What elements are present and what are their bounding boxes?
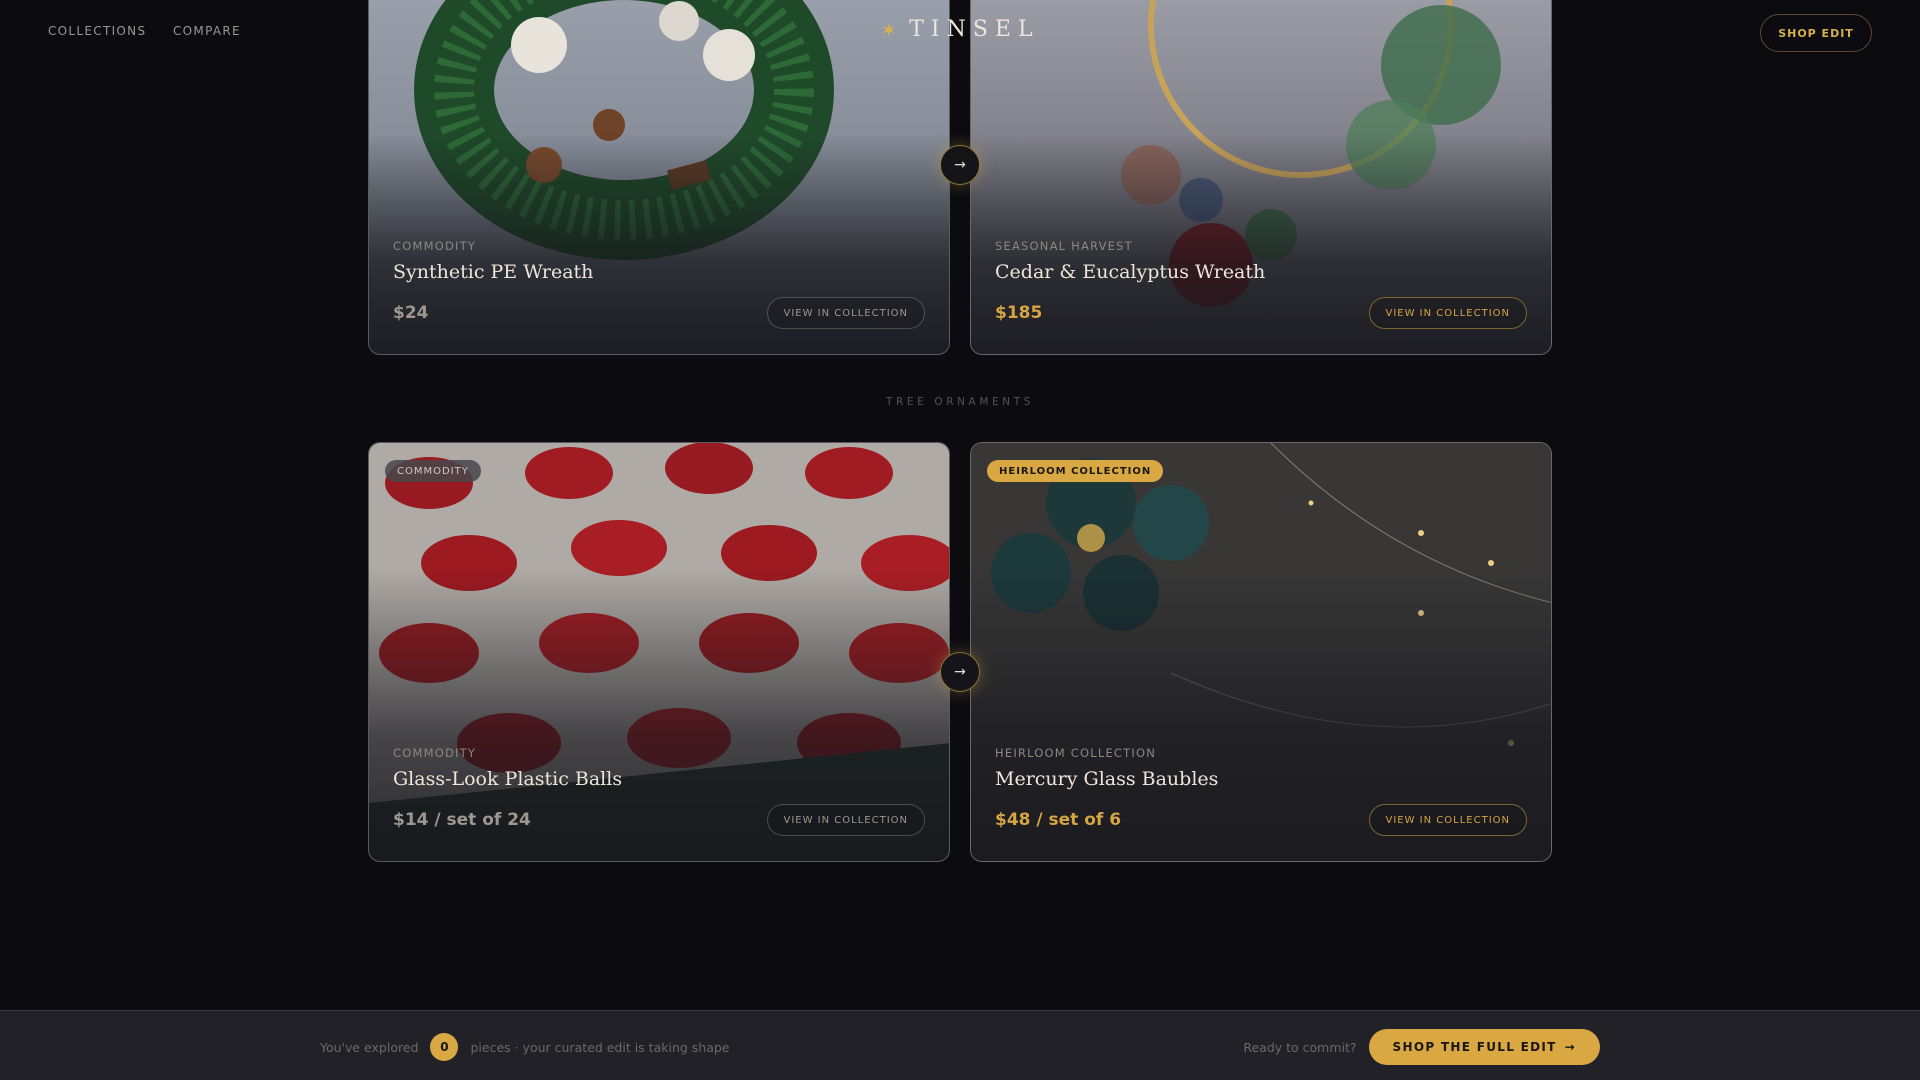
compare-arrow-button[interactable]: → [940, 145, 980, 185]
product-card-plastic-balls[interactable]: COMMODITY COMMODITY Glass-Look Plastic B… [368, 442, 950, 862]
compare-arrow-button[interactable]: → [940, 652, 980, 692]
nav-collections-link[interactable]: COLLECTIONS [48, 24, 146, 38]
progress-bar-footer: You've explored 0 pieces · your curated … [0, 1010, 1920, 1080]
view-in-collection-button[interactable]: VIEW IN COLLECTION [1368, 297, 1527, 329]
commit-group: Ready to commit? SHOP THE FULL EDIT → [1243, 1029, 1600, 1065]
category-badge: HEIRLOOM COLLECTION [987, 460, 1164, 482]
card-price: $14 / set of 24 [393, 810, 531, 830]
card-title: Synthetic PE Wreath [393, 261, 594, 283]
product-card-mercury-baubles[interactable]: HEIRLOOM COLLECTION HEIRLOOM COLLECTION … [970, 442, 1552, 862]
card-info: COMMODITY Glass-Look Plastic Balls $14 /… [393, 746, 925, 836]
card-category: SEASONAL HARVEST [995, 239, 1133, 253]
shop-edit-button[interactable]: SHOP EDIT [1760, 14, 1872, 52]
nav-compare-link[interactable]: COMPARE [173, 24, 241, 38]
explored-suffix: pieces · your curated edit is taking sha… [470, 1039, 730, 1055]
top-navigation: COLLECTIONS COMPARE ✶ TINSEL SHOP EDIT [0, 0, 1920, 64]
view-in-collection-button[interactable]: VIEW IN COLLECTION [766, 297, 925, 329]
explored-prefix: You've explored [320, 1039, 419, 1055]
card-category: COMMODITY [393, 746, 477, 760]
commit-label: Ready to commit? [1243, 1039, 1357, 1055]
card-title: Cedar & Eucalyptus Wreath [995, 261, 1266, 283]
view-in-collection-button[interactable]: VIEW IN COLLECTION [1368, 804, 1527, 836]
brand-name: TINSEL [909, 17, 1040, 42]
arrow-right-icon: → [954, 157, 966, 173]
card-price: $185 [995, 303, 1043, 323]
star-icon: ✶ [880, 17, 898, 42]
card-title: Glass-Look Plastic Balls [393, 768, 623, 790]
card-info: COMMODITY Synthetic PE Wreath $24 VIEW I… [393, 239, 925, 329]
arrow-right-icon: → [1564, 1040, 1576, 1054]
product-card-cedar-wreath[interactable]: SEASONAL HARVEST Cedar & Eucalyptus Wrea… [970, 0, 1552, 355]
brand-logo[interactable]: ✶ TINSEL [880, 17, 1039, 42]
card-category: COMMODITY [393, 239, 477, 253]
card-title: Mercury Glass Baubles [995, 768, 1219, 790]
explored-status: You've explored 0 pieces · your curated … [320, 1033, 730, 1061]
category-badge: COMMODITY [385, 460, 481, 482]
view-in-collection-button[interactable]: VIEW IN COLLECTION [766, 804, 925, 836]
card-category: HEIRLOOM COLLECTION [995, 746, 1157, 760]
card-price: $48 / set of 6 [995, 810, 1122, 830]
card-price: $24 [393, 303, 429, 323]
card-info: HEIRLOOM COLLECTION Mercury Glass Bauble… [995, 746, 1527, 836]
section-label-tree-ornaments: TREE ORNAMENTS [886, 396, 1034, 408]
arrow-right-icon: → [954, 664, 966, 680]
card-info: SEASONAL HARVEST Cedar & Eucalyptus Wrea… [995, 239, 1527, 329]
product-card-synthetic-wreath[interactable]: COMMODITY Synthetic PE Wreath $24 VIEW I… [368, 0, 950, 355]
shop-full-edit-button[interactable]: SHOP THE FULL EDIT → [1368, 1029, 1600, 1065]
shop-full-edit-label: SHOP THE FULL EDIT [1392, 1040, 1557, 1054]
explored-count-badge: 0 [430, 1033, 459, 1061]
